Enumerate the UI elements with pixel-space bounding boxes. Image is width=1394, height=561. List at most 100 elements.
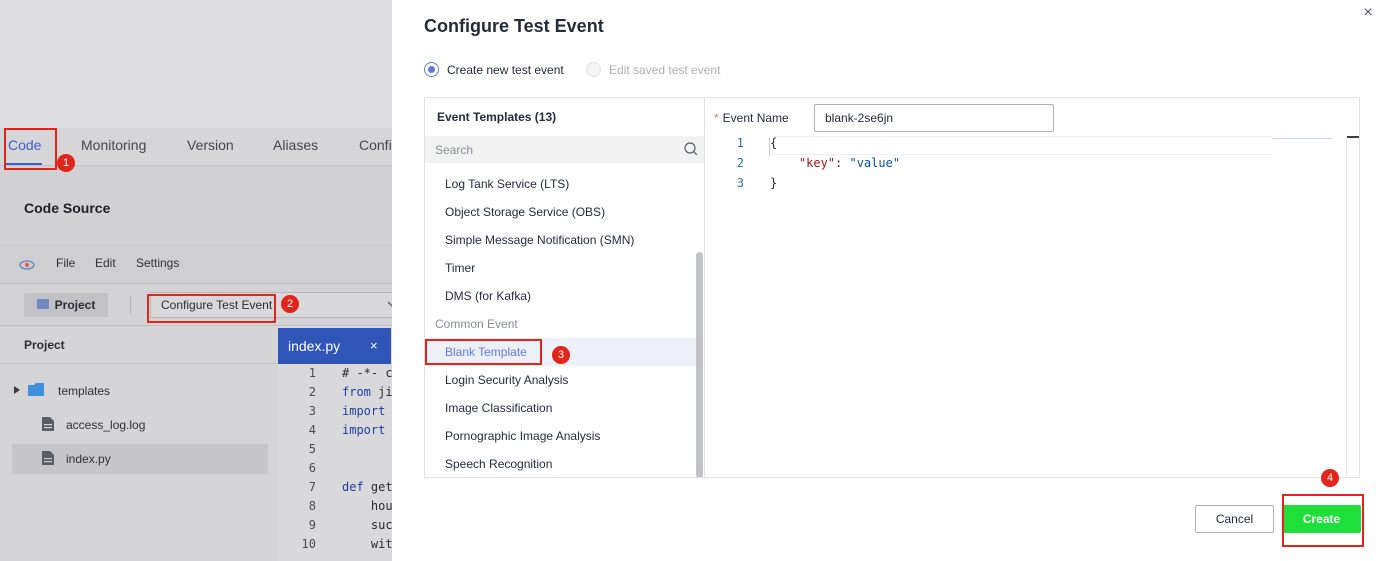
event-json-editor[interactable]: 1{2 "key": "value" 3} <box>706 136 1360 477</box>
line-number: 7 <box>308 480 316 494</box>
annotation-badge-3: 3 <box>552 346 570 364</box>
radio-create-new-event[interactable]: Create new test event <box>424 62 564 77</box>
event-name-input[interactable] <box>814 104 1054 132</box>
line-number: 9 <box>308 518 316 532</box>
ide-menubar: File Edit Settings <box>0 244 392 284</box>
code-line: 8 hou <box>278 499 392 518</box>
editor-line: 3} <box>706 176 1346 196</box>
file-icon <box>12 416 54 434</box>
configure-test-event-dialog: Configure Test Event × Create new test e… <box>392 0 1394 561</box>
background-page: Code Monitoring Version Aliases Confi Co… <box>0 0 392 561</box>
template-item[interactable]: Log Tank Service (LTS) <box>425 170 697 198</box>
code-line: 3 import <box>278 404 392 423</box>
menu-file[interactable]: File <box>56 256 75 270</box>
file-tree-folder-templates[interactable]: templates <box>12 376 268 406</box>
ide-logo-icon <box>18 255 36 273</box>
code-text: suc <box>342 518 392 532</box>
code-source-title: Code Source <box>24 200 111 216</box>
search-icon[interactable] <box>683 141 699 157</box>
annotation-box-code-tab <box>4 128 57 170</box>
code-text: from ji <box>342 385 392 399</box>
template-item[interactable]: Speech Recognition <box>425 450 697 477</box>
json-separator: : <box>835 156 850 170</box>
annotation-box-create-button <box>1282 494 1364 547</box>
editor-scrollbar-thumb[interactable] <box>1347 136 1359 138</box>
dialog-title: Configure Test Event <box>424 16 604 36</box>
event-config-panel: Event Templates (13) Search Log Tank Ser… <box>424 97 1360 478</box>
code-keyword: import <box>342 404 386 418</box>
background-header <box>0 0 392 128</box>
line-number: 1 <box>736 136 744 150</box>
code-rest: suc <box>342 518 392 532</box>
file-tree-file-access-log[interactable]: access_log.log <box>12 410 268 440</box>
templates-title: Event Templates (13) <box>437 110 557 124</box>
template-item[interactable]: Object Storage Service (OBS) <box>425 198 697 226</box>
template-item[interactable]: Timer <box>425 254 697 282</box>
radio-disabled-icon[interactable] <box>586 62 601 77</box>
event-name-label: * Event Name <box>714 111 789 125</box>
line-number: 2 <box>308 385 316 399</box>
json-text: } <box>770 176 778 190</box>
code-text: def get <box>342 480 392 494</box>
template-item[interactable]: Image Classification <box>425 394 697 422</box>
project-icon <box>36 298 49 312</box>
toolbar-divider <box>130 296 131 314</box>
code-line: 5 <box>278 442 392 461</box>
annotation-box-blank-template <box>425 339 542 365</box>
file-name: index.py <box>66 452 111 466</box>
code-line: 9 suc <box>278 518 392 537</box>
code-keyword: from <box>342 385 371 399</box>
close-icon[interactable]: × <box>1356 2 1380 24</box>
editor-tab-index-py[interactable]: index.py × <box>278 328 391 364</box>
project-button[interactable]: Project <box>24 293 108 317</box>
line-number: 4 <box>308 423 316 437</box>
tab-monitoring[interactable]: Monitoring <box>81 137 146 153</box>
project-button-label: Project <box>54 298 96 312</box>
radio-edit-saved-event[interactable]: Edit saved test event <box>586 62 720 77</box>
required-marker: * <box>714 111 719 125</box>
file-name: access_log.log <box>66 418 146 432</box>
editor-line: 2 "key": "value" <box>706 156 1346 176</box>
radio-label: Create new test event <box>447 62 564 77</box>
templates-scrollbar[interactable] <box>696 252 703 477</box>
code-rest: wit <box>342 537 392 551</box>
tab-version[interactable]: Version <box>187 137 234 153</box>
file-tree-file-index-py[interactable]: index.py <box>12 444 268 474</box>
close-icon[interactable]: × <box>370 338 378 353</box>
menu-edit[interactable]: Edit <box>95 256 116 270</box>
code-text: import <box>342 423 385 437</box>
template-group-header: Common Event <box>435 317 518 331</box>
radio-checked-icon[interactable] <box>424 62 439 77</box>
file-icon <box>12 450 54 468</box>
editor-scrollbar-track[interactable] <box>1346 136 1347 476</box>
annotation-badge-4: 4 <box>1321 469 1339 487</box>
code-editor-background: index.py × 1 # -*- c 2 from ji 3 import 4 impor… <box>278 326 392 561</box>
tab-aliases[interactable]: Aliases <box>273 137 318 153</box>
tab-configuration[interactable]: Confi <box>359 137 392 153</box>
template-item[interactable]: Pornographic Image Analysis <box>425 422 697 450</box>
template-item[interactable]: Login Security Analysis <box>425 366 697 394</box>
editor-tab-label: index.py <box>288 338 341 354</box>
template-search-input[interactable]: Search <box>425 136 704 163</box>
event-editor-area: *Event Name 1{2 "key": "value"3} <box>706 98 1360 477</box>
code-keyword: import <box>342 423 386 437</box>
file-name: templates <box>58 384 111 398</box>
editor-line: 1{ <box>706 136 1346 156</box>
line-number: 2 <box>736 156 744 170</box>
template-item[interactable]: DMS (for Kafka) <box>425 282 697 310</box>
line-number: 1 <box>308 366 316 380</box>
code-text: import <box>342 404 385 418</box>
code-text: # -*- c <box>342 366 392 380</box>
template-item[interactable]: Simple Message Notification (SMN) <box>425 226 697 254</box>
code-rest: # -*- c <box>342 366 392 380</box>
cancel-button[interactable]: Cancel <box>1195 505 1274 533</box>
event-name-label-text: Event Name <box>722 111 789 125</box>
code-rest: ji <box>370 385 392 399</box>
menu-settings[interactable]: Settings <box>136 256 179 270</box>
code-line: 7 def get <box>278 480 392 499</box>
code-text: wit <box>342 537 392 551</box>
sidebar-divider <box>0 363 278 364</box>
json-text: "key": "value" <box>770 156 900 170</box>
json-value: "value" <box>849 156 901 170</box>
line-number: 8 <box>308 499 316 513</box>
